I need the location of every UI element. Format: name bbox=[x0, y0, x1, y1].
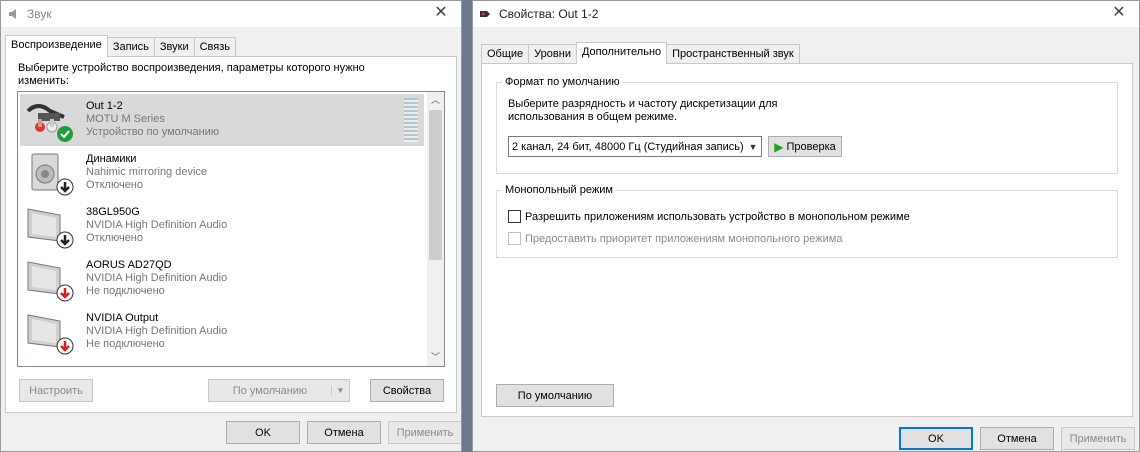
test-button[interactable]: ▶ Проверка bbox=[768, 136, 842, 157]
format-select[interactable]: 2 канал, 24 бит, 48000 Гц (Студийная зап… bbox=[508, 136, 762, 157]
exclusive-mode-label: Монопольный режим bbox=[502, 184, 616, 196]
volume-meter bbox=[404, 98, 418, 142]
device-status: Отключено bbox=[86, 232, 143, 244]
chevron-down-icon: ▼ bbox=[748, 141, 758, 152]
default-format-label: Формат по умолчанию bbox=[502, 76, 623, 88]
device-driver: MOTU M Series bbox=[86, 113, 165, 125]
configure-button[interactable]: Настроить bbox=[19, 379, 93, 402]
play-icon: ▶ bbox=[774, 139, 784, 154]
exclusive-priority-checkbox[interactable]: Предоставить приоритет приложениям моноп… bbox=[508, 232, 842, 245]
device-name: Out 1-2 bbox=[86, 100, 123, 112]
device-item-speakers[interactable]: Динамики Nahimic mirroring device Отключ… bbox=[20, 147, 424, 199]
device-status: Не подключено bbox=[86, 338, 165, 350]
checkbox-box[interactable] bbox=[508, 232, 521, 245]
chevron-down-icon[interactable]: ▼ bbox=[331, 386, 349, 395]
device-status: Не подключено bbox=[86, 285, 165, 297]
cancel-button[interactable]: Отмена bbox=[307, 421, 381, 444]
device-list-scrollbar[interactable]: ︿ ﹀ bbox=[427, 92, 444, 366]
device-driver: NVIDIA High Definition Audio bbox=[86, 325, 228, 337]
check-badge-icon bbox=[57, 126, 73, 142]
monitor-icon bbox=[27, 208, 74, 249]
properties-dialog: Свойства: Out 1-2 ✕ Общие Уровни Дополни… bbox=[472, 0, 1140, 452]
tab-sounds[interactable]: Звуки bbox=[153, 37, 195, 56]
device-item-38gl950g[interactable]: 38GL950G NVIDIA High Definition Audio От… bbox=[20, 200, 424, 252]
ok-button[interactable]: OK bbox=[226, 421, 300, 444]
speaker-icon bbox=[31, 153, 74, 196]
properties-tabs: Общие Уровни Дополнительно Пространствен… bbox=[481, 42, 800, 64]
device-name: 38GL950G bbox=[86, 206, 140, 218]
ok-button[interactable]: OK bbox=[899, 427, 973, 450]
sound-titlebar[interactable]: Звук ✕ bbox=[1, 1, 461, 27]
device-name: NVIDIA Output bbox=[86, 312, 159, 324]
restore-defaults-button[interactable]: По умолчанию bbox=[496, 384, 614, 407]
device-driver: Nahimic mirroring device bbox=[86, 166, 208, 178]
properties-button[interactable]: Свойства bbox=[370, 379, 444, 402]
sound-dialog: Звук ✕ Воспроизведение Запись Звуки Связ… bbox=[0, 0, 462, 452]
scroll-down-icon[interactable]: ﹀ bbox=[427, 349, 444, 366]
sound-tabs: Воспроизведение Запись Звуки Связь bbox=[5, 35, 237, 57]
tab-playback[interactable]: Воспроизведение bbox=[5, 35, 108, 57]
advanced-panel: Формат по умолчанию Выберите разрядность… bbox=[481, 63, 1133, 417]
format-description-2: использования в общем режиме. bbox=[508, 111, 678, 123]
scroll-up-icon[interactable]: ︿ bbox=[427, 92, 444, 109]
checkbox-box[interactable] bbox=[508, 210, 521, 223]
close-icon[interactable]: ✕ bbox=[431, 5, 451, 21]
device-name: Динамики bbox=[86, 153, 137, 165]
speaker-cable-icon bbox=[26, 104, 73, 142]
device-status: Устройство по умолчанию bbox=[86, 126, 220, 138]
monitor-icon bbox=[27, 314, 74, 355]
device-driver: NVIDIA High Definition Audio bbox=[86, 272, 228, 284]
scroll-thumb[interactable] bbox=[429, 110, 442, 260]
tab-general[interactable]: Общие bbox=[481, 44, 530, 63]
set-default-button[interactable]: По умолчанию ▼ bbox=[208, 379, 350, 402]
apply-button[interactable]: Применить bbox=[1061, 427, 1135, 450]
close-icon[interactable]: ✕ bbox=[1109, 5, 1129, 21]
tab-spatial-sound[interactable]: Пространственный звук bbox=[666, 44, 800, 63]
device-driver: NVIDIA High Definition Audio bbox=[86, 219, 228, 231]
speaker-title-icon bbox=[480, 11, 490, 17]
tab-advanced[interactable]: Дополнительно bbox=[575, 42, 668, 64]
sound-title: Звук bbox=[27, 7, 52, 21]
speaker-title-icon bbox=[9, 9, 16, 19]
allow-exclusive-checkbox[interactable]: Разрешить приложениям использовать устро… bbox=[508, 210, 910, 223]
apply-button[interactable]: Применить bbox=[388, 421, 461, 444]
cancel-button[interactable]: Отмена bbox=[980, 427, 1054, 450]
format-description: Выберите разрядность и частоту дискретиз… bbox=[508, 98, 778, 110]
default-format-group bbox=[496, 82, 1118, 174]
tab-recording[interactable]: Запись bbox=[106, 37, 155, 56]
instruction-text: Выберите устройство воспроизведения, пар… bbox=[18, 62, 365, 87]
monitor-icon bbox=[27, 261, 74, 302]
tab-levels[interactable]: Уровни bbox=[528, 44, 577, 63]
properties-titlebar[interactable]: Свойства: Out 1-2 ✕ bbox=[473, 1, 1139, 27]
properties-title: Свойства: Out 1-2 bbox=[499, 7, 599, 21]
tab-communications[interactable]: Связь bbox=[193, 37, 237, 56]
device-name: AORUS AD27QD bbox=[86, 259, 172, 271]
device-item-out-1-2[interactable]: Out 1-2 MOTU M Series Устройство по умол… bbox=[20, 94, 424, 146]
device-item-nvidia-output[interactable]: NVIDIA Output NVIDIA High Definition Aud… bbox=[20, 306, 424, 358]
device-item-aorus-ad27qd[interactable]: AORUS AD27QD NVIDIA High Definition Audi… bbox=[20, 253, 424, 305]
exclusive-mode-group bbox=[496, 190, 1118, 258]
device-list[interactable]: Out 1-2 MOTU M Series Устройство по умол… bbox=[17, 91, 445, 367]
device-status: Отключено bbox=[86, 179, 143, 191]
